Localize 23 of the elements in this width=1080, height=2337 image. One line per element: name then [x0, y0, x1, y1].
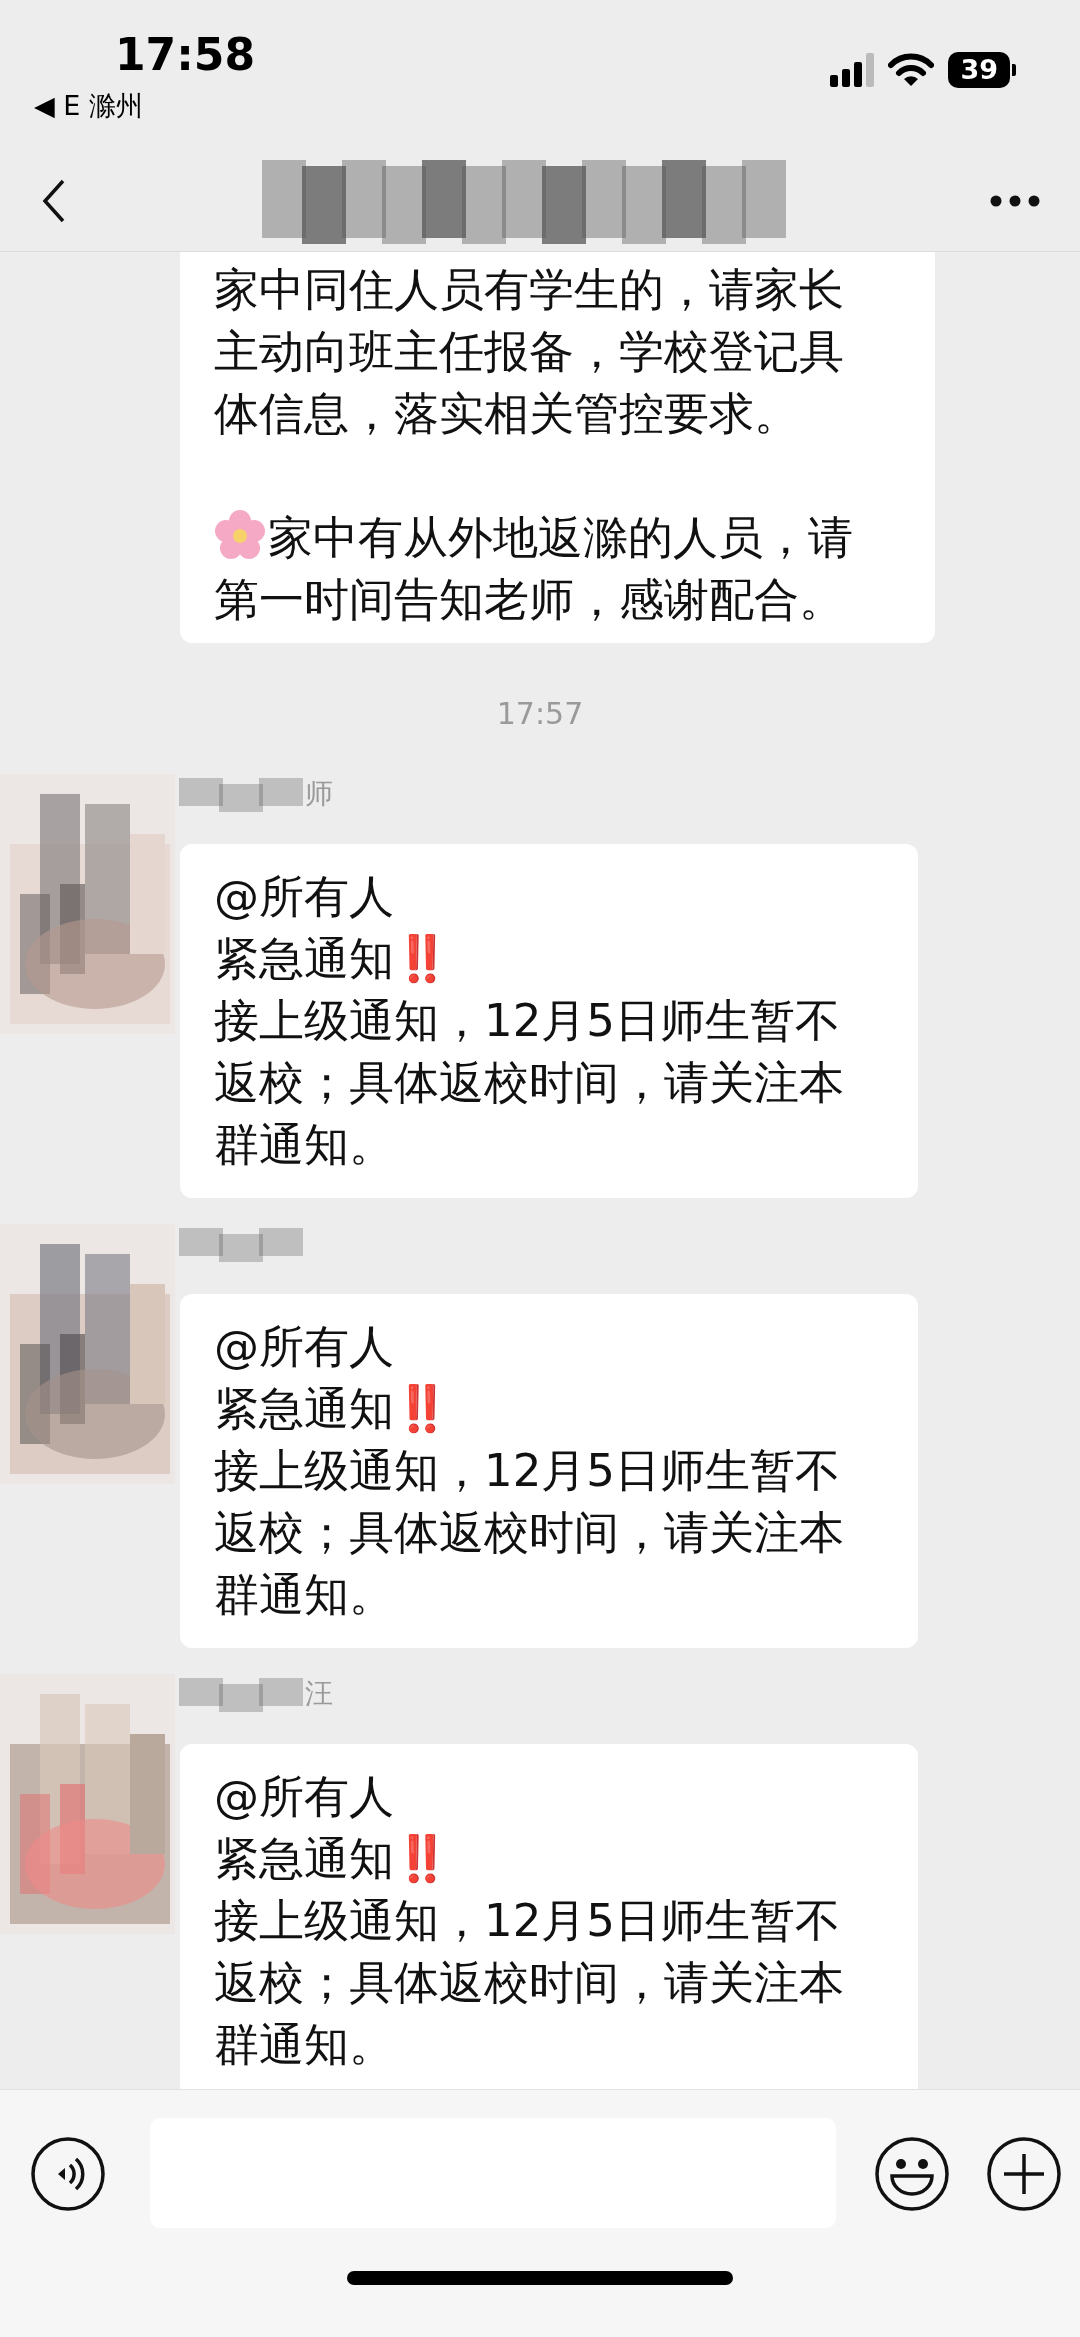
voice-button[interactable]: [30, 2136, 106, 2212]
message-text: 紧急通知‼: [214, 1831, 445, 1887]
back-to-app-link[interactable]: ◀ E 滁州: [34, 86, 143, 127]
add-button[interactable]: [986, 2136, 1062, 2212]
signal-icon: [830, 53, 875, 87]
message-text: 接上级通知，12月5日师生暂不 返校；具体返校时间，请关注本 群通知。: [214, 1893, 845, 2073]
status-time: 17:58: [115, 28, 256, 82]
message-text: 家中有从外地返滁的人员，请 第一时间告知老师，感谢配合。: [214, 508, 854, 628]
wifi-icon: [888, 53, 935, 87]
back-button[interactable]: [42, 178, 66, 223]
message-text: @所有人: [214, 1769, 395, 1825]
message-text: 紧急通知‼: [214, 1381, 445, 1437]
emoji-button[interactable]: [874, 2136, 950, 2212]
message-text: 家中同住人员有学生的，请家长 主动向班主任报备，学校登记具 体信息，落实相关管控要求。: [214, 262, 845, 442]
message-text: 接上级通知，12月5日师生暂不 返校；具体返校时间，请关注本 群通知。: [214, 993, 845, 1173]
message-text: 接上级通知，12月5日师生暂不 返校；具体返校时间，请关注本 群通知。: [214, 1443, 845, 1623]
timestamp: 17:57: [495, 695, 585, 733]
message-text: 紧急通知‼: [214, 931, 445, 987]
sender-name: 汪: [305, 1676, 333, 1712]
sender-name: 师: [305, 776, 333, 812]
battery-indicator: 39: [948, 52, 1016, 88]
message-text: @所有人: [214, 1319, 395, 1375]
message-text: @所有人: [214, 869, 395, 925]
